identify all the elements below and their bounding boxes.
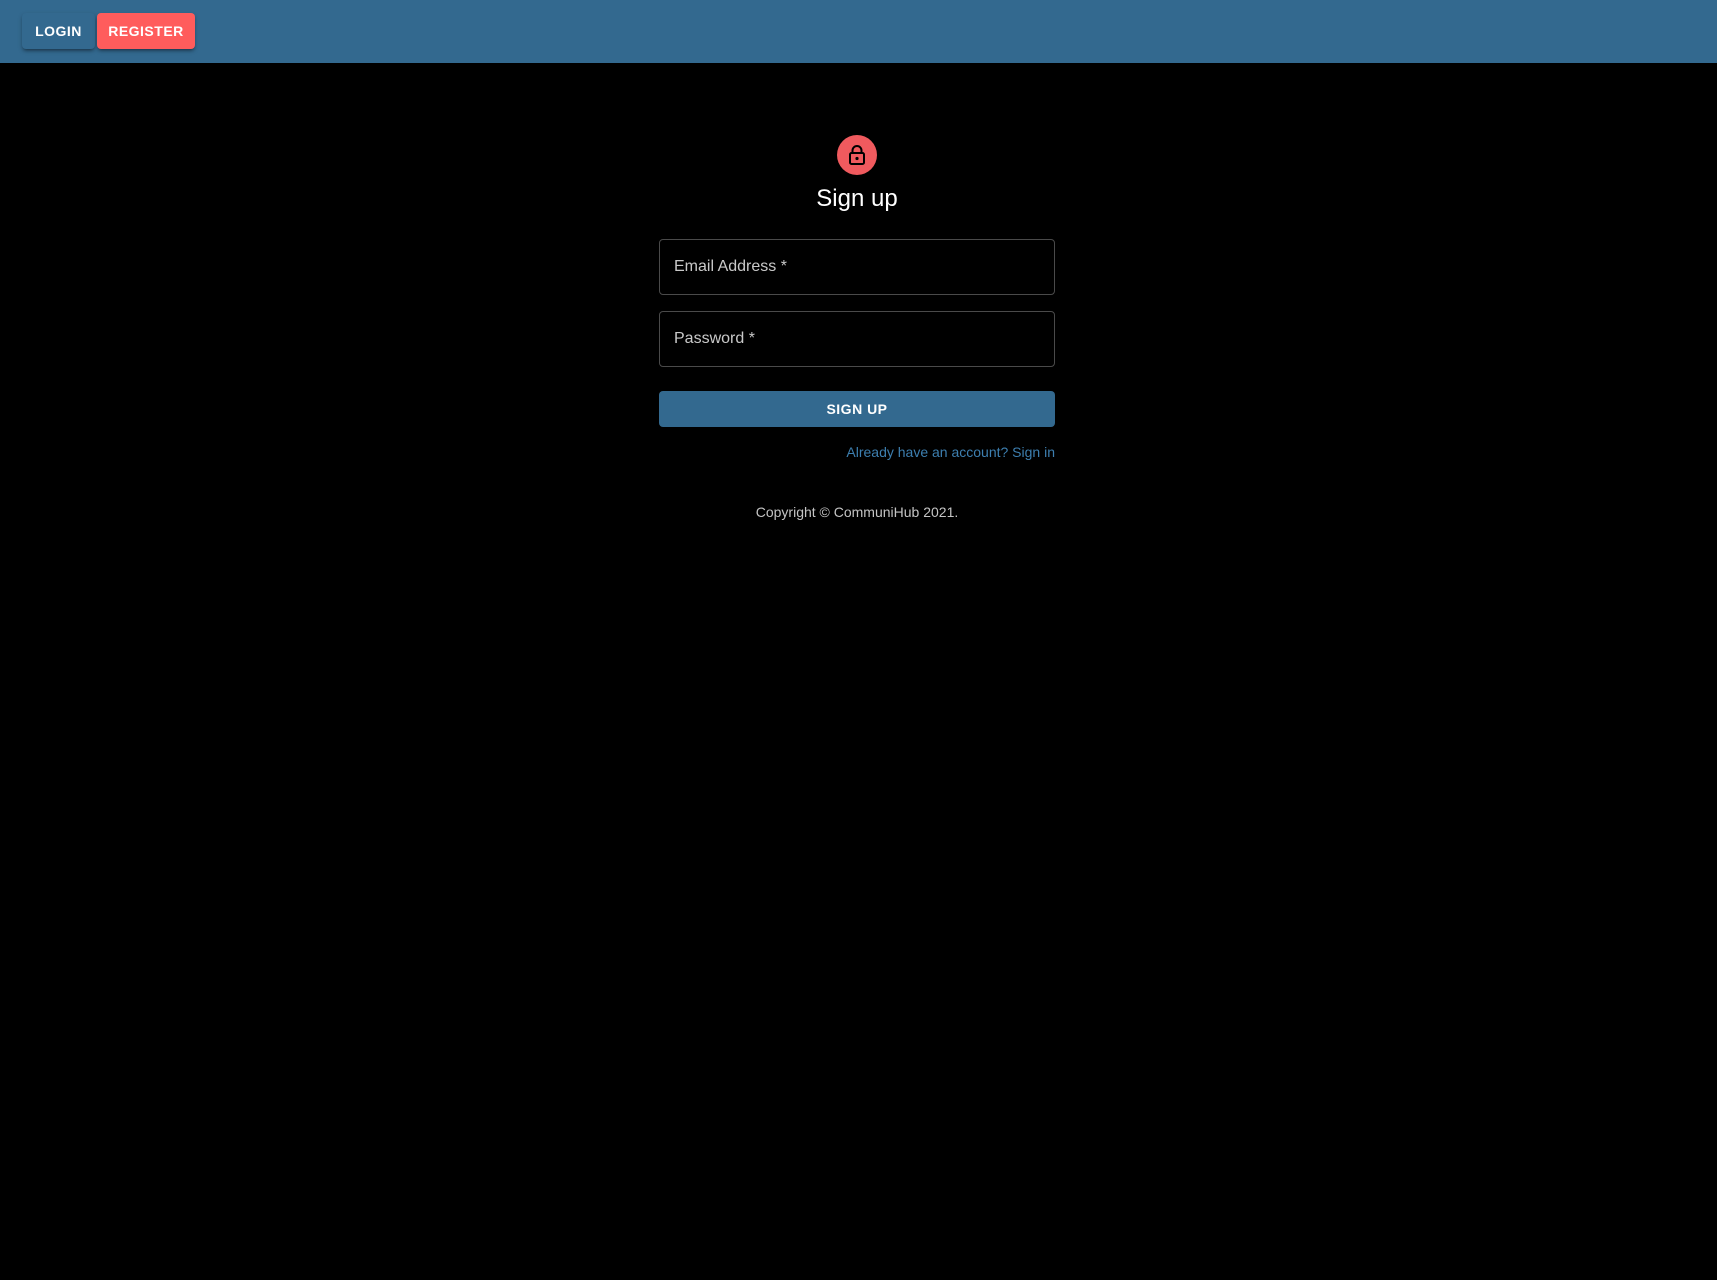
- lock-icon: [849, 145, 865, 165]
- login-button[interactable]: LOGIN: [22, 13, 95, 49]
- avatar: [837, 135, 877, 175]
- app-bar: LOGIN REGISTER: [0, 0, 1717, 63]
- copyright-text: Copyright © CommuniHub 2021.: [755, 504, 959, 520]
- password-field-container: Password *: [659, 311, 1055, 367]
- email-field[interactable]: [660, 240, 1054, 294]
- page: LOGIN REGISTER Sign up Email Address * P…: [0, 0, 1717, 1280]
- register-button[interactable]: REGISTER: [97, 13, 195, 49]
- sign-in-link[interactable]: Already have an account? Sign in: [846, 443, 1055, 461]
- email-field-container: Email Address *: [659, 239, 1055, 295]
- sign-up-button[interactable]: SIGN UP: [659, 391, 1055, 427]
- page-title: Sign up: [816, 185, 898, 212]
- password-field[interactable]: [660, 312, 1054, 366]
